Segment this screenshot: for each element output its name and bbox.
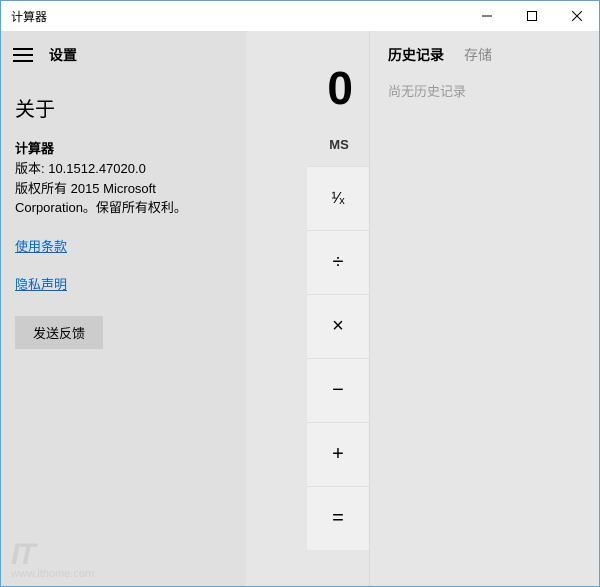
reciprocal-button[interactable]: ¹⁄ₓ (307, 166, 369, 230)
close-button[interactable] (554, 1, 599, 31)
app-name: 计算器 (15, 138, 232, 157)
settings-title: 设置 (49, 45, 77, 65)
multiply-button[interactable]: × (307, 294, 369, 358)
minus-button[interactable]: − (307, 358, 369, 422)
equals-button[interactable]: = (307, 486, 369, 550)
feedback-button[interactable]: 发送反馈 (15, 316, 103, 349)
settings-header: 设置 (1, 31, 246, 79)
calculator-main: 0 MS ¹⁄ₓ ÷ × − + = (246, 31, 369, 586)
copyright-text-1: 版权所有 2015 Microsoft (15, 179, 232, 199)
tab-history[interactable]: 历史记录 (388, 45, 444, 65)
copyright-text-2: Corporation。保留所有权利。 (15, 198, 232, 218)
history-tabs: 历史记录 存储 (388, 45, 581, 65)
about-section: 关于 计算器 版本: 10.1512.47020.0 版权所有 2015 Mic… (1, 79, 246, 349)
privacy-link[interactable]: 隐私声明 (15, 274, 67, 293)
calculator-area: 0 MS ¹⁄ₓ ÷ × − + = 历史记录 (246, 31, 599, 586)
minimize-button[interactable] (464, 1, 509, 31)
hamburger-icon[interactable] (13, 48, 33, 62)
operator-column: ¹⁄ₓ ÷ × − + = (307, 166, 369, 586)
app-window: 计算器 设置 关于 计算器 版本: 10.1512. (0, 0, 600, 587)
history-empty-text: 尚无历史记录 (388, 81, 581, 100)
memory-row: MS (246, 123, 369, 166)
window-title: 计算器 (1, 8, 464, 25)
divide-button[interactable]: ÷ (307, 230, 369, 294)
content-area: 设置 关于 计算器 版本: 10.1512.47020.0 版权所有 2015 … (1, 31, 599, 586)
settings-panel: 设置 关于 计算器 版本: 10.1512.47020.0 版权所有 2015 … (1, 31, 246, 586)
memory-store-button[interactable]: MS (309, 129, 369, 160)
window-controls (464, 1, 599, 31)
about-heading: 关于 (15, 93, 232, 122)
plus-button[interactable]: + (307, 422, 369, 486)
tab-memory[interactable]: 存储 (464, 45, 492, 65)
titlebar: 计算器 (1, 1, 599, 31)
history-panel: 历史记录 存储 尚无历史记录 (369, 31, 599, 586)
version-text: 版本: 10.1512.47020.0 (15, 159, 232, 179)
terms-link[interactable]: 使用条款 (15, 236, 67, 255)
maximize-button[interactable] (509, 1, 554, 31)
display-value: 0 (246, 31, 369, 123)
